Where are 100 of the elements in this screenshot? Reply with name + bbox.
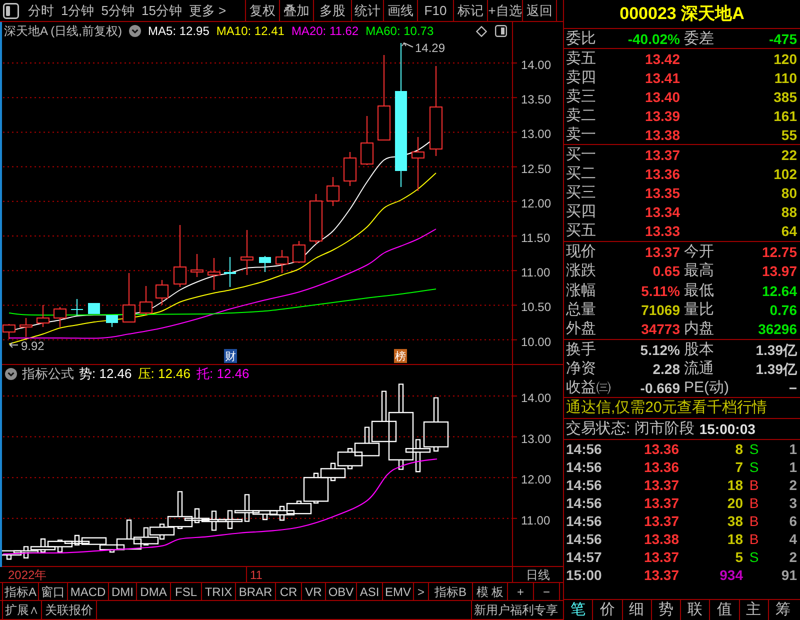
field-value: -475 [768,30,797,48]
tick-price: 13.38 [642,531,679,547]
indicator-bar [13,546,39,558]
tick-count: 6 [788,513,797,529]
tick-count: 2 [788,477,797,493]
period-tab[interactable]: 分时 [28,2,54,20]
tick-time: 14:56 [566,477,603,493]
axis-label: 11.00 [521,513,550,528]
high-price-label: 14.29 [415,41,446,55]
order-label: 买三 [566,184,596,202]
promo-link[interactable]: 新用户福利专享 [471,601,560,619]
candlestick [310,194,322,244]
order-label: 买二 [566,164,596,183]
field-label: 流通 [684,360,714,378]
field-value: 71069 [641,300,680,319]
indicator-tab[interactable]: VR [302,583,326,600]
tick-side: B [749,513,759,529]
order-price: 13.37 [644,146,680,164]
axis-label: 14.00 [521,58,552,72]
field-value: 36296 [758,320,797,338]
field-label: 涨跌 [566,262,596,280]
axis-label: 13.50 [521,92,552,107]
period-tab[interactable]: 5分钟 [101,2,134,20]
bottom-tab[interactable]: 扩展∧ [2,601,42,619]
indicator-bar [64,534,90,546]
order-label: 买五 [566,222,596,240]
status-text: 交易状态: 闭市阶段 [566,420,694,438]
tick-side: S [749,459,759,475]
tick-time: 14:56 [566,495,603,511]
period-tab[interactable]: 更多 > [188,2,226,20]
period-label: 日线 [526,568,550,582]
tick-price: 13.37 [642,477,679,493]
promo-link[interactable]: 通达信,仅需20元查看千档行情 [566,399,767,417]
indicator-tab[interactable]: DMI [109,583,137,600]
order-volume: 80 [781,184,797,202]
leader-line [9,342,18,348]
tick-time: 14:56 [566,459,603,475]
order-price: 13.41 [644,68,680,86]
axis-label: 13.00 [521,127,552,142]
candlestick [259,256,271,272]
indicator-tab[interactable]: MACD [68,583,109,600]
indicator-tab[interactable]: OBV [326,583,357,600]
panel-icon[interactable] [3,2,19,18]
order-price: 13.35 [644,184,680,202]
field-value: 5.11% [641,282,680,300]
dropdown-icon[interactable] [5,368,17,380]
diamond-icon[interactable] [476,26,487,36]
candlestick [36,304,50,328]
order-price: 13.36 [644,164,680,183]
period-tab[interactable]: 1分钟 [61,2,94,20]
event-marker: 财 [224,349,237,363]
candlestick [190,254,204,278]
indicator-bar [2,550,22,560]
tick-volume: 8 [734,441,743,457]
indicator-tab[interactable]: 指标A [2,583,39,600]
toolbar-button[interactable]: 复权 [245,0,280,21]
indicator-tab[interactable]: ASI [357,583,383,600]
tick-price: 13.37 [642,513,679,529]
candlestick [292,240,306,264]
order-label: 卖二 [566,106,596,124]
tick-time: 14:56 [566,441,603,457]
order-label: 卖一 [566,126,596,144]
axis-label: 13.00 [521,432,552,446]
indicator-bar [30,538,56,553]
field-label: 换手 [566,340,596,358]
candlestick [2,324,16,340]
toolbar-button[interactable]: +自选 [488,0,523,21]
period-tab[interactable]: 15分钟 [141,2,182,20]
candlestick [208,258,220,290]
axis-label: 10.50 [521,300,552,314]
tick-volume: 18 [726,531,743,547]
field-value: 5.12% [640,340,680,358]
tick-time: 14:56 [566,531,603,547]
field-label: 内盘 [684,320,714,338]
field-value: 1.39亿 [756,360,797,378]
field-value: − [788,378,797,396]
indicator-title: 指标公式 [22,364,74,383]
dropdown-icon[interactable] [129,25,142,37]
tick-count: 3 [788,495,797,511]
toolbar-button[interactable]: 统计 [352,0,384,21]
field-value: -0.669 [640,378,680,396]
event-marker: 榜 [394,349,407,363]
order-price: 13.42 [644,50,680,68]
candlestick [88,302,100,314]
indicator-tab[interactable]: 窗口 [39,583,68,600]
candlestick [412,136,424,192]
candlestick [54,306,66,328]
axis-label: 12.00 [521,472,552,487]
leader-line [402,42,414,48]
tick-side: S [749,549,759,565]
indicator-tab[interactable]: EMV [383,583,414,600]
panel-icon[interactable] [495,25,507,37]
candlestick [20,318,32,338]
chart-title: 深天地A (日线,前复权) [4,23,122,40]
indicator-bar [47,540,73,553]
field-label: 涨幅 [566,282,596,300]
indicator-tab[interactable]: TRIX [202,583,236,600]
tick-price: 13.36 [642,441,679,457]
indicator-value: 势: 12.46 [79,364,132,383]
field-label: 外盘 [566,320,596,338]
